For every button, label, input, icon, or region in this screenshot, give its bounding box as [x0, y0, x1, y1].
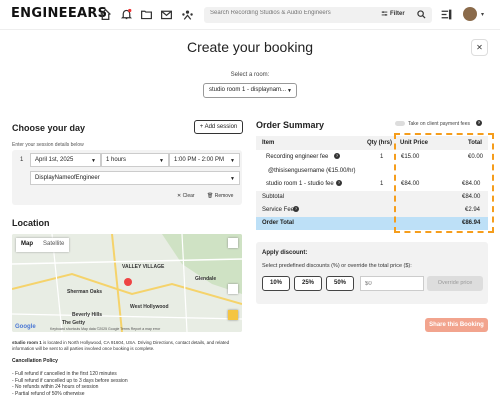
item-name: Recording engineer fee	[266, 154, 329, 160]
duration-value: 1 hours	[106, 157, 127, 163]
avatar[interactable]	[463, 7, 477, 21]
session-number: 1	[20, 157, 24, 163]
order-summary-heading: Order Summary	[256, 120, 325, 130]
chevron-down-icon[interactable]: ▾	[481, 11, 484, 18]
room-select[interactable]: studio room 1 - displaynam... ▼	[203, 83, 297, 98]
room-select-value: studio room 1 - displaynam...	[209, 87, 287, 93]
chevron-down-icon: ▼	[230, 176, 235, 182]
highlight-box	[394, 133, 494, 233]
engineer-value: DisplayNameofEngineer	[35, 175, 100, 181]
map-place-label: Glendale	[195, 276, 217, 282]
map-footer[interactable]: Keyboard shortcuts Map data ©2025 Google…	[50, 327, 160, 331]
trash-icon: 🗑	[207, 193, 214, 199]
client-fees-label: Take on client payment fees	[408, 121, 470, 127]
map-type-tabs: Map Satellite	[16, 238, 70, 252]
home-icon[interactable]	[99, 8, 112, 21]
discount-50-button[interactable]: 50%	[326, 276, 354, 291]
list-item: - Partial refund of 50% otherwise	[12, 390, 85, 397]
fullscreen-icon[interactable]	[228, 238, 238, 248]
qty: 1	[380, 181, 384, 187]
google-logo: Google	[15, 324, 36, 330]
location-description: studio room 1 is located in North Hollyw…	[12, 340, 244, 352]
map-place-label: The Getty	[62, 320, 86, 326]
column-header: Qty (hrs)	[367, 140, 393, 146]
discount-panel: Apply discount: Select predefined discou…	[256, 242, 488, 304]
chevron-down-icon: ▼	[287, 88, 292, 94]
override-price-input[interactable]	[360, 276, 424, 291]
dashboard-icon[interactable]	[440, 8, 453, 21]
room-select-label: Select a room:	[230, 72, 270, 78]
search-bar: Filter	[204, 7, 432, 23]
add-session-button[interactable]: + Add session	[194, 120, 243, 134]
session-hint: Enter your session details below	[12, 142, 84, 148]
map[interactable]: Map Satellite VALLEY VILLAGE Glendale Be…	[12, 234, 242, 332]
info-icon[interactable]: ?	[293, 206, 299, 212]
location-detail: is located in North Hollywood, CA 91604,…	[12, 340, 230, 351]
close-button[interactable]: ✕	[471, 39, 488, 56]
date-value: April 1st, 2025	[35, 157, 74, 163]
clear-label: Clear	[182, 193, 195, 199]
list-item: - Full refund if cancelled in the first …	[12, 371, 117, 377]
discount-heading: Apply discount:	[262, 250, 308, 256]
compass-icon[interactable]	[228, 284, 238, 294]
room-name: studio room 1	[12, 340, 42, 345]
subtotal-label: Subtotal	[262, 194, 285, 200]
info-icon[interactable]: ?	[336, 180, 342, 186]
filter-button[interactable]: Filter	[381, 10, 405, 17]
date-picker[interactable]: April 1st, 2025 ▼	[30, 153, 101, 167]
discount-25-button[interactable]: 25%	[294, 276, 322, 291]
search-icon[interactable]	[417, 10, 426, 19]
page-title: Create your booking	[186, 39, 314, 55]
remove-button[interactable]: 🗑 Remove	[207, 193, 233, 199]
time-select[interactable]: 1:00 PM - 2:00 PM ▼	[169, 153, 240, 167]
satellite-tab[interactable]: Satellite	[38, 238, 69, 252]
order-total-label: Order Total	[262, 220, 294, 226]
cancellation-heading: Cancellation Policy	[12, 358, 58, 364]
map-place-label: VALLEY VILLAGE	[122, 264, 165, 270]
client-fees-toggle[interactable]	[395, 121, 405, 126]
mail-icon[interactable]	[160, 8, 173, 21]
location-heading: Location	[12, 218, 50, 228]
choose-day-heading: Choose your day	[12, 123, 86, 133]
item-name: studio room 1 - studio fee	[266, 181, 334, 187]
community-icon[interactable]	[181, 8, 194, 21]
discount-10-button[interactable]: 10%	[262, 276, 290, 291]
item-name: @thisisengusername (€15.00/hr)	[268, 168, 356, 174]
filter-label: Filter	[390, 10, 405, 17]
service-fee-label: Service Fee	[262, 207, 295, 213]
map-place-label: Beverly Hills	[72, 312, 103, 318]
map-tab[interactable]: Map	[16, 238, 38, 252]
logo[interactable]: ENGINEEARS	[11, 6, 107, 21]
column-header: Item	[262, 140, 275, 146]
folder-icon[interactable]	[140, 8, 153, 21]
cancellation-list: - Full refund if cancelled in the first …	[12, 371, 128, 397]
top-navbar: ENGINEEARS Filter ▾	[0, 0, 500, 30]
clear-button[interactable]: ✕ Clear	[177, 193, 195, 199]
duration-select[interactable]: 1 hours ▼	[101, 153, 169, 167]
time-value: 1:00 PM - 2:00 PM	[174, 157, 225, 163]
street-view-icon[interactable]	[228, 310, 238, 320]
override-price-button[interactable]: Override price	[427, 276, 483, 291]
close-icon: ✕	[177, 193, 182, 199]
info-icon[interactable]: ?	[334, 153, 340, 159]
map-place-label: West Hollywood	[130, 304, 169, 310]
discount-hint: Select predefined discounts (%) or overr…	[262, 263, 412, 269]
chevron-down-icon: ▼	[159, 158, 164, 164]
map-place-label: Sherman Oaks	[67, 289, 103, 295]
bell-icon[interactable]	[120, 8, 133, 21]
share-booking-button[interactable]: Share this Booking	[425, 318, 488, 332]
qty: 1	[380, 154, 384, 160]
remove-label: Remove	[214, 193, 234, 199]
sliders-icon	[381, 11, 388, 16]
help-icon[interactable]: ?	[476, 120, 482, 126]
engineer-select[interactable]: DisplayNameofEngineer ▼	[30, 171, 240, 185]
search-input[interactable]	[210, 10, 380, 16]
chevron-down-icon: ▼	[230, 158, 235, 164]
chevron-down-icon: ▼	[91, 158, 96, 164]
